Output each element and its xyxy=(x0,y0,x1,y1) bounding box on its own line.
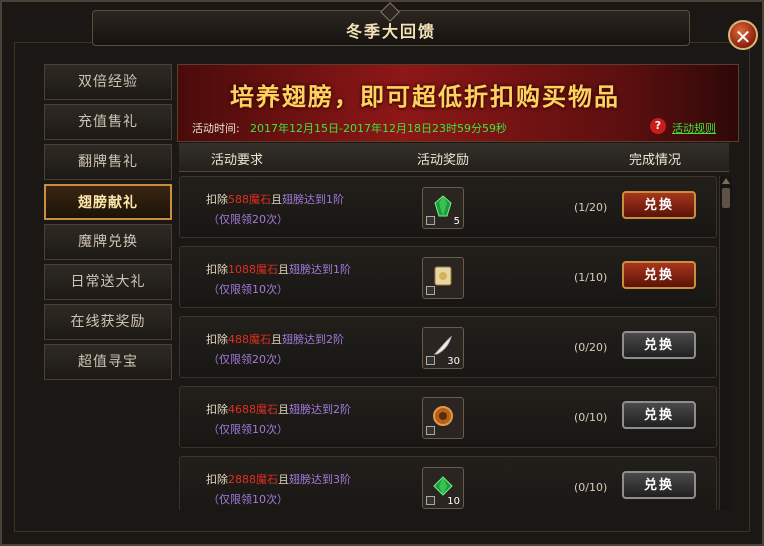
event-time-label: 活动时间: xyxy=(192,122,240,135)
req-cost-unit: 魔石 xyxy=(256,263,278,276)
event-time-value: 2017年12月15日-2017年12月18日23时59分59秒 xyxy=(250,122,507,135)
req-limit: （仅限领10次） xyxy=(208,283,288,296)
sidebar-item-magic-card-exchange[interactable]: 魔牌兑换 xyxy=(44,224,172,260)
requirement-text: 扣除4688魔石且翅膀达到2阶 xyxy=(206,401,351,417)
exchange-button[interactable]: 兑换 xyxy=(622,331,696,359)
feather-icon xyxy=(433,335,452,355)
window-frame: 冬季大回馈 ✕ 双倍经验 充值售礼 翻牌售礼 翅膀献礼 魔牌兑换 日常送大礼 在… xyxy=(0,0,764,546)
bound-lock-icon xyxy=(426,426,435,435)
req-condition: 翅膀达到3阶 xyxy=(289,473,351,486)
req-limit: （仅限领20次） xyxy=(208,213,288,226)
req-condition: 翅膀达到2阶 xyxy=(289,403,351,416)
req-prefix: 扣除 xyxy=(206,263,228,276)
sidebar-item-online-reward[interactable]: 在线获奖励 xyxy=(44,304,172,340)
header-requirement: 活动要求 xyxy=(211,153,264,168)
req-prefix: 扣除 xyxy=(206,193,228,206)
close-button[interactable]: ✕ xyxy=(728,20,758,50)
requirement-text: 扣除1088魔石且翅膀达到1阶 xyxy=(206,261,351,277)
help-icon[interactable]: ? xyxy=(650,118,666,134)
req-joiner: 且 xyxy=(278,403,289,416)
req-condition: 翅膀达到2阶 xyxy=(282,333,344,346)
sidebar-item-double-exp[interactable]: 双倍经验 xyxy=(44,64,172,100)
req-prefix: 扣除 xyxy=(206,333,228,346)
window-title: 冬季大回馈 xyxy=(345,22,436,41)
req-prefix: 扣除 xyxy=(206,403,228,416)
sidebar: 双倍经验 充值售礼 翻牌售礼 翅膀献礼 魔牌兑换 日常送大礼 在线获奖励 超值寻… xyxy=(44,64,174,384)
list-scrollbar[interactable] xyxy=(719,176,732,510)
table-row: 扣除488魔石且翅膀达到2阶 （仅限领20次） 30 (0/20) 兑换 xyxy=(179,316,717,378)
req-cost-unit: 魔石 xyxy=(256,473,278,486)
reward-item-slot[interactable]: 10 xyxy=(422,467,464,509)
sidebar-item-wing-gift[interactable]: 翅膀献礼 xyxy=(44,184,172,220)
reward-item-slot[interactable]: 30 xyxy=(422,327,464,369)
bound-lock-icon xyxy=(426,286,435,295)
reward-item-slot[interactable]: 5 xyxy=(422,187,464,229)
sidebar-item-treasure-hunt[interactable]: 超值寻宝 xyxy=(44,344,172,380)
req-cost: 588 xyxy=(228,193,249,206)
event-banner: 培养翅膀，即可超低折扣购买物品 活动时间: 2017年12月15日-2017年1… xyxy=(177,64,739,142)
reward-list: 扣除588魔石且翅膀达到1阶 （仅限领20次） 5 (1/20) 兑换 扣除10… xyxy=(179,176,719,510)
requirement-text: 扣除488魔石且翅膀达到2阶 xyxy=(206,331,344,347)
bronze-ring-icon xyxy=(433,406,453,426)
bound-lock-icon xyxy=(426,496,435,505)
exchange-button[interactable]: 兑换 xyxy=(622,471,696,499)
req-joiner: 且 xyxy=(278,473,289,486)
table-header: 活动要求 活动奖励 完成情况 xyxy=(179,143,729,172)
scroll-icon xyxy=(434,266,452,286)
req-limit: （仅限领10次） xyxy=(208,493,288,506)
sidebar-item-daily-gift[interactable]: 日常送大礼 xyxy=(44,264,172,300)
req-cost-unit: 魔石 xyxy=(256,403,278,416)
reward-item-slot[interactable] xyxy=(422,257,464,299)
progress-count: (0/20) xyxy=(574,341,608,354)
scroll-up-icon[interactable] xyxy=(722,178,730,184)
exchange-button[interactable]: 兑换 xyxy=(622,401,696,429)
table-row: 扣除2888魔石且翅膀达到3阶 （仅限领10次） 10 (0/10) 兑换 xyxy=(179,456,717,510)
table-row: 扣除4688魔石且翅膀达到2阶 （仅限领10次） (0/10) 兑换 xyxy=(179,386,717,448)
banner-title: 培养翅膀，即可超低折扣购买物品 xyxy=(230,83,620,111)
header-reward: 活动奖励 xyxy=(417,153,470,168)
exchange-button[interactable]: 兑换 xyxy=(622,191,696,219)
progress-count: (0/10) xyxy=(574,411,608,424)
req-prefix: 扣除 xyxy=(206,473,228,486)
req-cost: 2888 xyxy=(228,473,256,486)
scroll-thumb[interactable] xyxy=(722,188,730,208)
progress-count: (0/10) xyxy=(574,481,608,494)
req-joiner: 且 xyxy=(271,333,282,346)
req-limit: （仅限领10次） xyxy=(208,423,288,436)
req-cost: 488 xyxy=(228,333,249,346)
requirement-text: 扣除588魔石且翅膀达到1阶 xyxy=(206,191,344,207)
req-cost-unit: 魔石 xyxy=(249,193,271,206)
progress-count: (1/20) xyxy=(574,201,608,214)
item-quantity: 30 xyxy=(447,356,460,367)
table-row: 扣除588魔石且翅膀达到1阶 （仅限领20次） 5 (1/20) 兑换 xyxy=(179,176,717,238)
req-cost-unit: 魔石 xyxy=(249,333,271,346)
progress-count: (1/10) xyxy=(574,271,608,284)
req-joiner: 且 xyxy=(278,263,289,276)
sidebar-item-flip-card-gift[interactable]: 翻牌售礼 xyxy=(44,144,172,180)
green-gem-icon xyxy=(433,476,453,496)
sidebar-item-recharge-gift[interactable]: 充值售礼 xyxy=(44,104,172,140)
header-status: 完成情况 xyxy=(629,153,682,168)
bound-lock-icon xyxy=(426,216,435,225)
req-cost: 1088 xyxy=(228,263,256,276)
exchange-button[interactable]: 兑换 xyxy=(622,261,696,289)
item-quantity: 5 xyxy=(453,216,460,227)
req-cost: 4688 xyxy=(228,403,256,416)
event-rules-link[interactable]: 活动规则 xyxy=(672,120,716,136)
table-row: 扣除1088魔石且翅膀达到1阶 （仅限领10次） (1/10) 兑换 xyxy=(179,246,717,308)
req-joiner: 且 xyxy=(271,193,282,206)
req-condition: 翅膀达到1阶 xyxy=(289,263,351,276)
requirement-text: 扣除2888魔石且翅膀达到3阶 xyxy=(206,471,351,487)
green-gem-icon xyxy=(434,195,452,217)
reward-item-slot[interactable] xyxy=(422,397,464,439)
bound-lock-icon xyxy=(426,356,435,365)
item-quantity: 10 xyxy=(447,496,460,507)
req-condition: 翅膀达到1阶 xyxy=(282,193,344,206)
req-limit: （仅限领20次） xyxy=(208,353,288,366)
